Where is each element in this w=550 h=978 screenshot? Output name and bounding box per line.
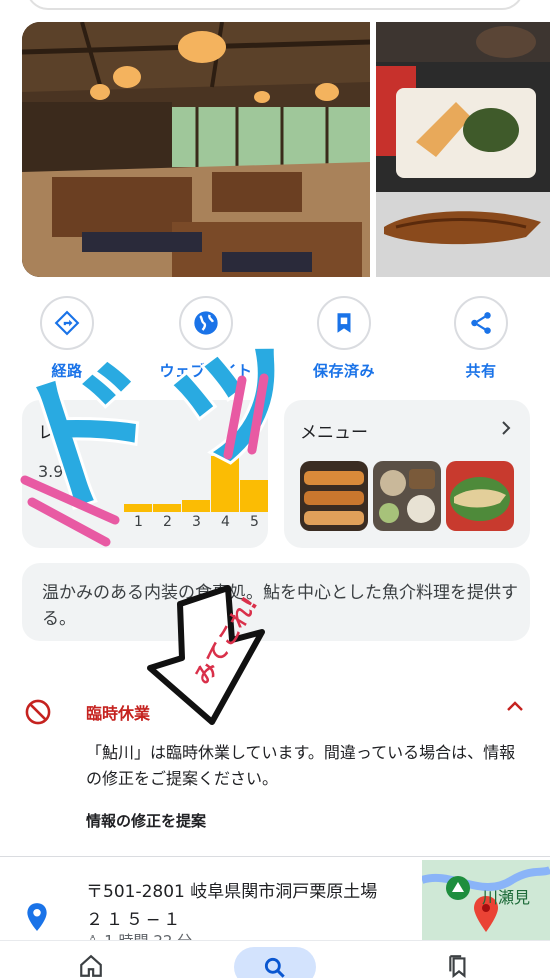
- bottom-navigation: [0, 940, 550, 978]
- closed-message: 「鮎川」は臨時休業しています。間違っている場合は、情報の修正をご提案ください。: [86, 743, 516, 788]
- divider: [0, 856, 550, 857]
- rating-value: 3.9 ★: [38, 462, 83, 481]
- directions-label: 経路: [51, 362, 83, 380]
- histogram-bar-4: [211, 456, 239, 512]
- search-tab[interactable]: [234, 947, 316, 978]
- globe-icon: [194, 311, 218, 335]
- histogram-label-4: 4: [221, 514, 230, 530]
- menu-title: メニュー: [300, 423, 368, 443]
- location-pin-icon: [27, 903, 47, 931]
- star-icon: ★: [68, 462, 83, 481]
- address-row[interactable]: 〒501-2801 岐阜県関市洞戸栗原土場 ２１５−１ ♙ 1 時間 22 分 …: [0, 860, 550, 950]
- place-actions: 経路 ウェブサイト 保存済み 共有: [0, 296, 550, 386]
- no-entry-icon: [25, 699, 51, 725]
- closed-title: 臨時休業: [86, 704, 151, 723]
- chevron-right-icon: [502, 421, 511, 435]
- search-icon: [264, 957, 285, 978]
- search-bar[interactable]: [26, 0, 524, 10]
- histogram-bar-3: [182, 500, 210, 512]
- suggest-edit-link[interactable]: 情報の修正を提案: [86, 810, 206, 831]
- address-text: 〒501-2801 岐阜県関市洞戸栗原土場 ２１５−１: [86, 878, 406, 934]
- reviews-title: レビュー: [38, 423, 106, 443]
- menu-photo-fish-on-leaf[interactable]: [446, 461, 514, 531]
- bookmark-icon: [337, 313, 351, 333]
- directions-icon: [54, 310, 80, 336]
- restaurant-interior-photo[interactable]: [22, 22, 370, 277]
- chevron-up-icon[interactable]: [506, 700, 524, 712]
- histogram-bar-2: [153, 504, 181, 512]
- share-button[interactable]: 共有: [426, 296, 536, 381]
- histogram-label-2: 2: [163, 514, 172, 530]
- description-text: 温かみのある内装の食事処。鮎を中心とした魚介料理を提供する。: [42, 583, 518, 629]
- save-label: 保存済み: [312, 362, 375, 380]
- share-icon: [471, 312, 491, 334]
- save-button[interactable]: 保存済み: [289, 296, 399, 381]
- address-line1: 〒501-2801 岐阜県関市洞戸栗原土場: [86, 882, 378, 902]
- menu-card[interactable]: メニュー: [284, 400, 530, 548]
- food-photo[interactable]: [376, 22, 550, 277]
- share-label: 共有: [465, 362, 497, 380]
- histogram-bar-1: [124, 504, 152, 512]
- map-thumbnail[interactable]: 川瀬見: [422, 860, 550, 940]
- website-button[interactable]: ウェブサイト: [151, 296, 261, 381]
- rating-histogram: 1 2 3 4 5: [104, 400, 268, 548]
- saved-icon[interactable]: [446, 953, 472, 978]
- histogram-bar-5: [240, 480, 268, 512]
- directions-button[interactable]: 経路: [12, 296, 122, 381]
- reviews-card[interactable]: レビュー 3.9 ★ 1 2 3 4 5: [22, 400, 268, 548]
- menu-photo-grilled-fish[interactable]: [300, 461, 368, 531]
- rating-number: 3.9: [38, 462, 64, 481]
- histogram-label-1: 1: [134, 514, 143, 530]
- map-place-label: 川瀬見: [482, 888, 531, 907]
- home-icon[interactable]: [78, 953, 104, 978]
- website-label: ウェブサイト: [159, 362, 253, 380]
- description-card: 温かみのある内装の食事処。鮎を中心とした魚介料理を提供する。: [22, 563, 530, 641]
- menu-photo-set-meal[interactable]: [373, 461, 441, 531]
- histogram-label-5: 5: [250, 514, 259, 530]
- histogram-label-3: 3: [192, 514, 201, 530]
